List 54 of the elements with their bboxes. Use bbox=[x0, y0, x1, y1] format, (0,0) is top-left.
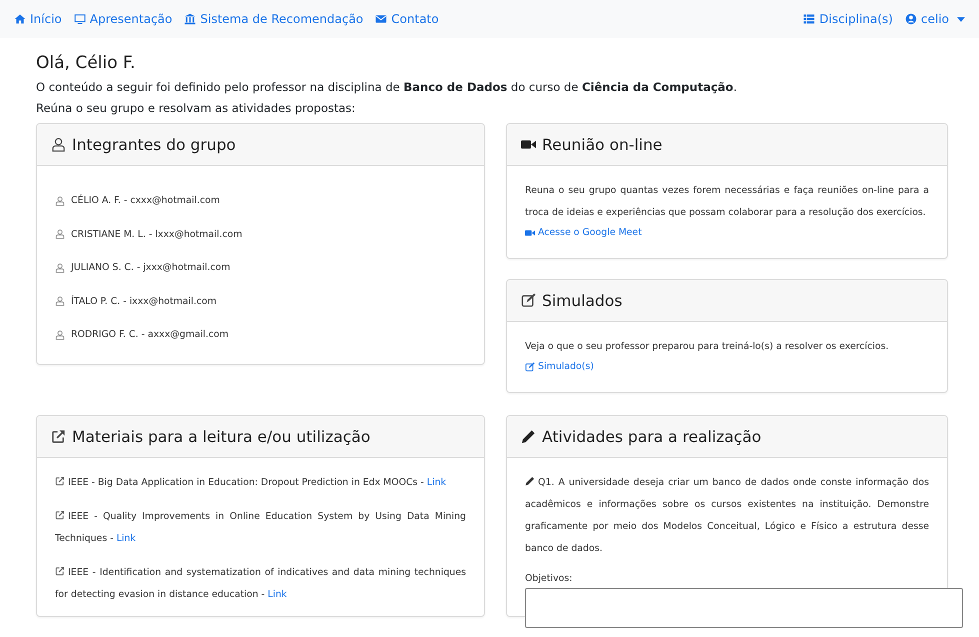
user-menu[interactable]: celio bbox=[905, 12, 965, 26]
material-link[interactable]: Link bbox=[116, 533, 136, 544]
intro-text: O conteúdo a seguir foi definido pelo professor na disciplina de Banco de Dados do curso de Ciência da Computação. bbox=[36, 79, 738, 96]
question-text: Q1. A universidade deseja criar um banco de dados onde conste informação dos acadêmicos e informações sobre os cursos existentes na instituição. Demonstre graficamente por meio dos Modelos Conceitual, Lógico e Físico a estrutura desse banco de dados. bbox=[525, 475, 929, 556]
pencil-icon bbox=[521, 429, 536, 444]
presentation-link[interactable]: Apresentação bbox=[74, 12, 172, 26]
material-text: IEEE - Big Data Application in Education: Dropout Prediction in Edx MOOCs - Link bbox=[55, 472, 466, 494]
caret-icon bbox=[957, 16, 965, 22]
video-camera-icon bbox=[525, 228, 535, 238]
material-link[interactable]: Link bbox=[426, 477, 446, 488]
material-link[interactable]: Link bbox=[268, 589, 287, 600]
member-text: CRISTIANE M. L. - lxxx@hotmail.com bbox=[71, 228, 242, 240]
list-icon bbox=[803, 13, 816, 25]
user-avatar-icon bbox=[905, 13, 917, 25]
card-title: Simulados bbox=[542, 292, 622, 310]
home-link[interactable]: Início bbox=[14, 12, 62, 26]
material-text: IEEE - Identification and systematization of indicatives and data mining techniques for detecting evasion in distance education - Link bbox=[55, 565, 466, 602]
edit-icon bbox=[525, 362, 535, 372]
member-text: ÍTALO P. C. - ixxx@hotmail.com bbox=[71, 296, 217, 307]
user-icon bbox=[55, 262, 65, 273]
home-icon bbox=[14, 13, 26, 25]
member-text: CÉLIO A. F. - cxxx@hotmail.com bbox=[71, 195, 220, 206]
external-link-icon bbox=[55, 510, 65, 520]
monitor-icon bbox=[74, 13, 86, 25]
user-icon bbox=[55, 229, 65, 240]
field-label: Objetivos: bbox=[525, 572, 574, 586]
external-link-icon bbox=[55, 476, 65, 486]
card-title: Integrantes do grupo bbox=[72, 136, 236, 154]
member-text: RODRIGO F. C. - axxx@gmail.com bbox=[71, 329, 229, 340]
greeting-heading: Olá, Célio F. bbox=[36, 53, 136, 73]
external-link-icon bbox=[51, 429, 66, 444]
mock-text: Veja o que o seu professor preparou para treiná-lo(s) a resolver os exercícios. bbox=[525, 340, 890, 354]
intro-text: Reúna o seu grupo e resolvam as atividades propostas: bbox=[36, 100, 356, 117]
meet-link[interactable]: Acesse o Google Meet bbox=[525, 224, 642, 242]
user-icon bbox=[55, 196, 65, 206]
user-icon bbox=[55, 296, 65, 306]
member-text: JULIANO S. C. - jxxx@hotmail.com bbox=[71, 262, 230, 274]
objectives-field[interactable] bbox=[525, 588, 963, 628]
edit-icon bbox=[521, 293, 536, 308]
contact-link[interactable]: Contato bbox=[375, 12, 439, 26]
card-title: Materiais para a leitura e/ou utilização bbox=[72, 428, 370, 446]
user-icon bbox=[51, 137, 66, 152]
pencil-icon bbox=[525, 476, 535, 486]
subjects-link[interactable]: Disciplina(s) bbox=[803, 12, 893, 26]
material-text: IEEE - Quality Improvements in Online Education System by Using Data Mining Techniques - Link bbox=[55, 509, 466, 546]
external-link-icon bbox=[55, 566, 65, 576]
recommendation-link[interactable]: Sistema de Recomendação bbox=[184, 12, 364, 26]
bank-icon bbox=[184, 13, 196, 25]
meeting-text: Reuna o seu grupo quantas vezes forem necessárias e faça reuniões on-line para a troca de ideias e experiências que possam colaborar para a resolução dos exercícios. bbox=[525, 184, 929, 220]
mock-link[interactable]: Simulado(s) bbox=[525, 358, 594, 376]
card-title: Reunião on-line bbox=[542, 136, 662, 154]
user-icon bbox=[55, 330, 65, 340]
envelope-icon bbox=[375, 13, 388, 25]
card-title: Atividades para a realização bbox=[542, 428, 762, 446]
